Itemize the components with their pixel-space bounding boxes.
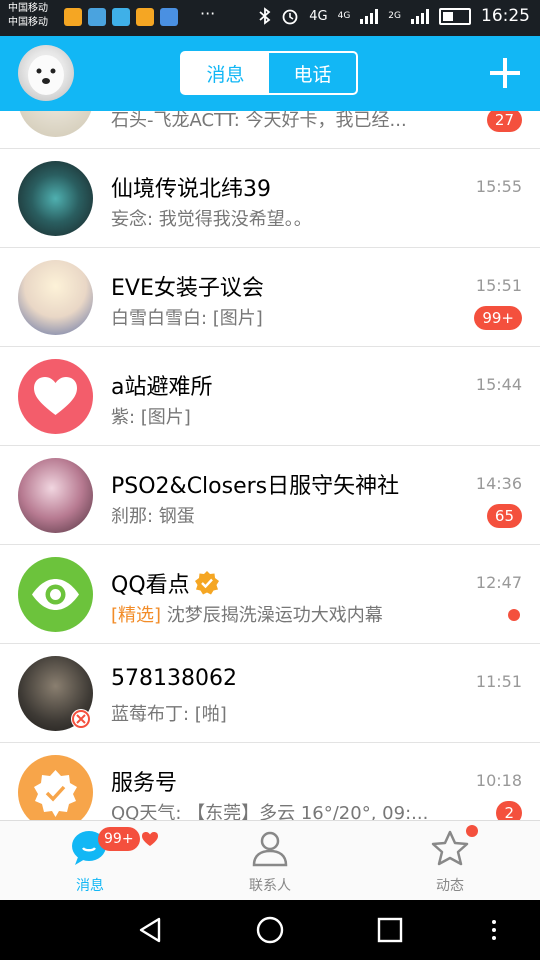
unread-badge: 2: [496, 801, 522, 820]
conversation-preview-text: 沈梦辰揭洗澡运功大戏内幕: [166, 605, 383, 626]
chat-avatar: [18, 458, 93, 533]
conversation-row[interactable]: 服务号 QQ天气: 【东莞】多云 16°/20°, 09:... 10:18 2: [0, 743, 540, 820]
clock: 16:25: [481, 6, 530, 26]
conversation-name-text: QQ看点: [111, 573, 190, 598]
moments-unread-dot: [466, 825, 478, 837]
carrier-2: 中国移动: [8, 17, 48, 28]
conversation-name: 仙境传说北纬39: [111, 177, 271, 202]
conversation-name: 578138062: [111, 666, 237, 691]
top-header: 消息 电话: [0, 36, 540, 111]
conversation-list[interactable]: 石头-飞龙ACTT: 今天好卡，我已经... 27 仙境传说北纬39 妄念: 我…: [0, 111, 540, 820]
tab-contacts[interactable]: 联系人: [220, 829, 320, 895]
conversation-time: 11:51: [475, 672, 522, 691]
network-type-2: 4G: [337, 11, 351, 21]
conversation-preview: [精选] 沈梦辰揭洗澡运功大戏内幕: [111, 601, 451, 627]
status-bar: 中国移动 中国移动 ··· 4G 4G 2G 16:25: [0, 0, 540, 36]
unread-dot: [508, 609, 520, 621]
heart-icon: [34, 377, 77, 415]
conversation-time: 15:44: [475, 375, 522, 394]
conversation-time: 14:36: [475, 474, 522, 493]
tab-moments[interactable]: 动态: [400, 829, 500, 895]
conversation-preview: 刹那: 钢蛋: [111, 506, 195, 527]
eye-icon: [32, 579, 79, 610]
unread-badge: 65: [486, 504, 522, 528]
my-avatar[interactable]: [18, 45, 74, 101]
chat-avatar: [18, 161, 93, 236]
messages-unread-badge: 99+: [98, 827, 140, 851]
unread-badge: 99+: [474, 306, 522, 330]
chat-avatar: [18, 755, 93, 820]
tab-label: 联系人: [249, 878, 291, 894]
conversation-row[interactable]: PSO2&Closers日服守矢神社 刹那: 钢蛋 14:36 65: [0, 446, 540, 545]
bluetooth-icon: [259, 7, 271, 25]
signal-icon: [360, 8, 379, 24]
conversation-time: 15:55: [475, 177, 522, 196]
conversation-row[interactable]: a站避难所 紫: [图片] 15:44: [0, 347, 540, 446]
add-icon[interactable]: [490, 58, 520, 88]
back-icon[interactable]: [135, 916, 165, 944]
star-icon: [431, 830, 469, 866]
network-type-3: 2G: [388, 11, 401, 21]
app-notification-icon: [160, 8, 178, 26]
chat-avatar: [18, 557, 93, 632]
conversation-row[interactable]: 仙境传说北纬39 妄念: 我觉得我没希望。。 15:55: [0, 149, 540, 248]
notification-icons: [64, 8, 178, 26]
app-notification-icon: [64, 8, 82, 26]
conversation-name: 服务号: [111, 771, 178, 796]
conversation-preview: QQ天气: 【东莞】多云 16°/20°, 09:...: [111, 803, 429, 820]
conversation-row[interactable]: 578138062 蓝莓布丁: [啪] 11:51: [0, 644, 540, 743]
heart-sparkle-icon: [142, 832, 158, 846]
chat-avatar: [18, 111, 93, 137]
conversation-row[interactable]: 石头-飞龙ACTT: 今天好卡，我已经... 27: [0, 111, 540, 149]
conversation-time: 10:18: [475, 771, 522, 790]
dog-avatar-icon: [28, 55, 64, 95]
conversation-preview: 紫: [图片]: [111, 407, 191, 428]
signal-icon: [411, 8, 429, 24]
featured-tag: [精选]: [111, 605, 162, 626]
conversation-name: QQ看点: [111, 567, 220, 599]
tab-messages[interactable]: 消息: [182, 53, 269, 93]
chat-avatar: [18, 359, 93, 434]
tab-phone[interactable]: 电话: [269, 53, 356, 93]
recents-icon[interactable]: [376, 916, 404, 944]
header-segmented-control: 消息 电话: [180, 51, 358, 95]
conversation-time: 15:51: [475, 276, 522, 295]
conversation-preview: 石头-飞龙ACTT: 今天好卡，我已经...: [111, 111, 407, 131]
system-nav-bar: [0, 900, 540, 960]
conversation-preview: 白雪白雪白: [图片]: [111, 308, 263, 329]
chat-avatar: [18, 260, 93, 335]
app-notification-icon: [136, 8, 154, 26]
conversation-row[interactable]: EVE女装子议会 白雪白雪白: [图片] 15:51 99+: [0, 248, 540, 347]
carrier-1: 中国移动: [8, 3, 48, 14]
conversation-name: EVE女装子议会: [111, 276, 264, 301]
app-notification-icon: [112, 8, 130, 26]
contacts-icon: [252, 831, 288, 867]
battery-icon: [439, 7, 471, 25]
menu-dots-icon[interactable]: [490, 918, 498, 942]
blocked-icon: [71, 709, 91, 729]
bottom-tab-bar: 消息 99+ 联系人 动态: [0, 820, 540, 900]
tab-label: 动态: [436, 878, 464, 894]
tab-label: 消息: [76, 878, 104, 894]
conversation-preview: 蓝莓布丁: [啪]: [111, 704, 227, 725]
conversation-time: 12:47: [475, 573, 522, 592]
alarm-icon: [282, 9, 298, 25]
more-notifications-icon: ···: [200, 4, 216, 23]
unread-badge: 27: [486, 111, 522, 132]
service-badge-icon: [34, 770, 77, 817]
conversation-row[interactable]: QQ看点 [精选] 沈梦辰揭洗澡运功大戏内幕 12:47: [0, 545, 540, 644]
conversation-name: a站避难所: [111, 375, 213, 400]
carrier-labels: 中国移动 中国移动: [8, 2, 48, 30]
conversation-preview: 妄念: 我觉得我没希望。。: [111, 209, 312, 230]
status-indicators: 4G 4G 2G 16:25: [259, 6, 530, 26]
app-notification-icon: [88, 8, 106, 26]
network-type-1: 4G: [309, 8, 328, 24]
conversation-name: PSO2&Closers日服守矢神社: [111, 474, 400, 499]
chat-avatar: [18, 656, 93, 731]
verified-badge-icon: [194, 571, 219, 595]
home-icon[interactable]: [255, 915, 285, 945]
